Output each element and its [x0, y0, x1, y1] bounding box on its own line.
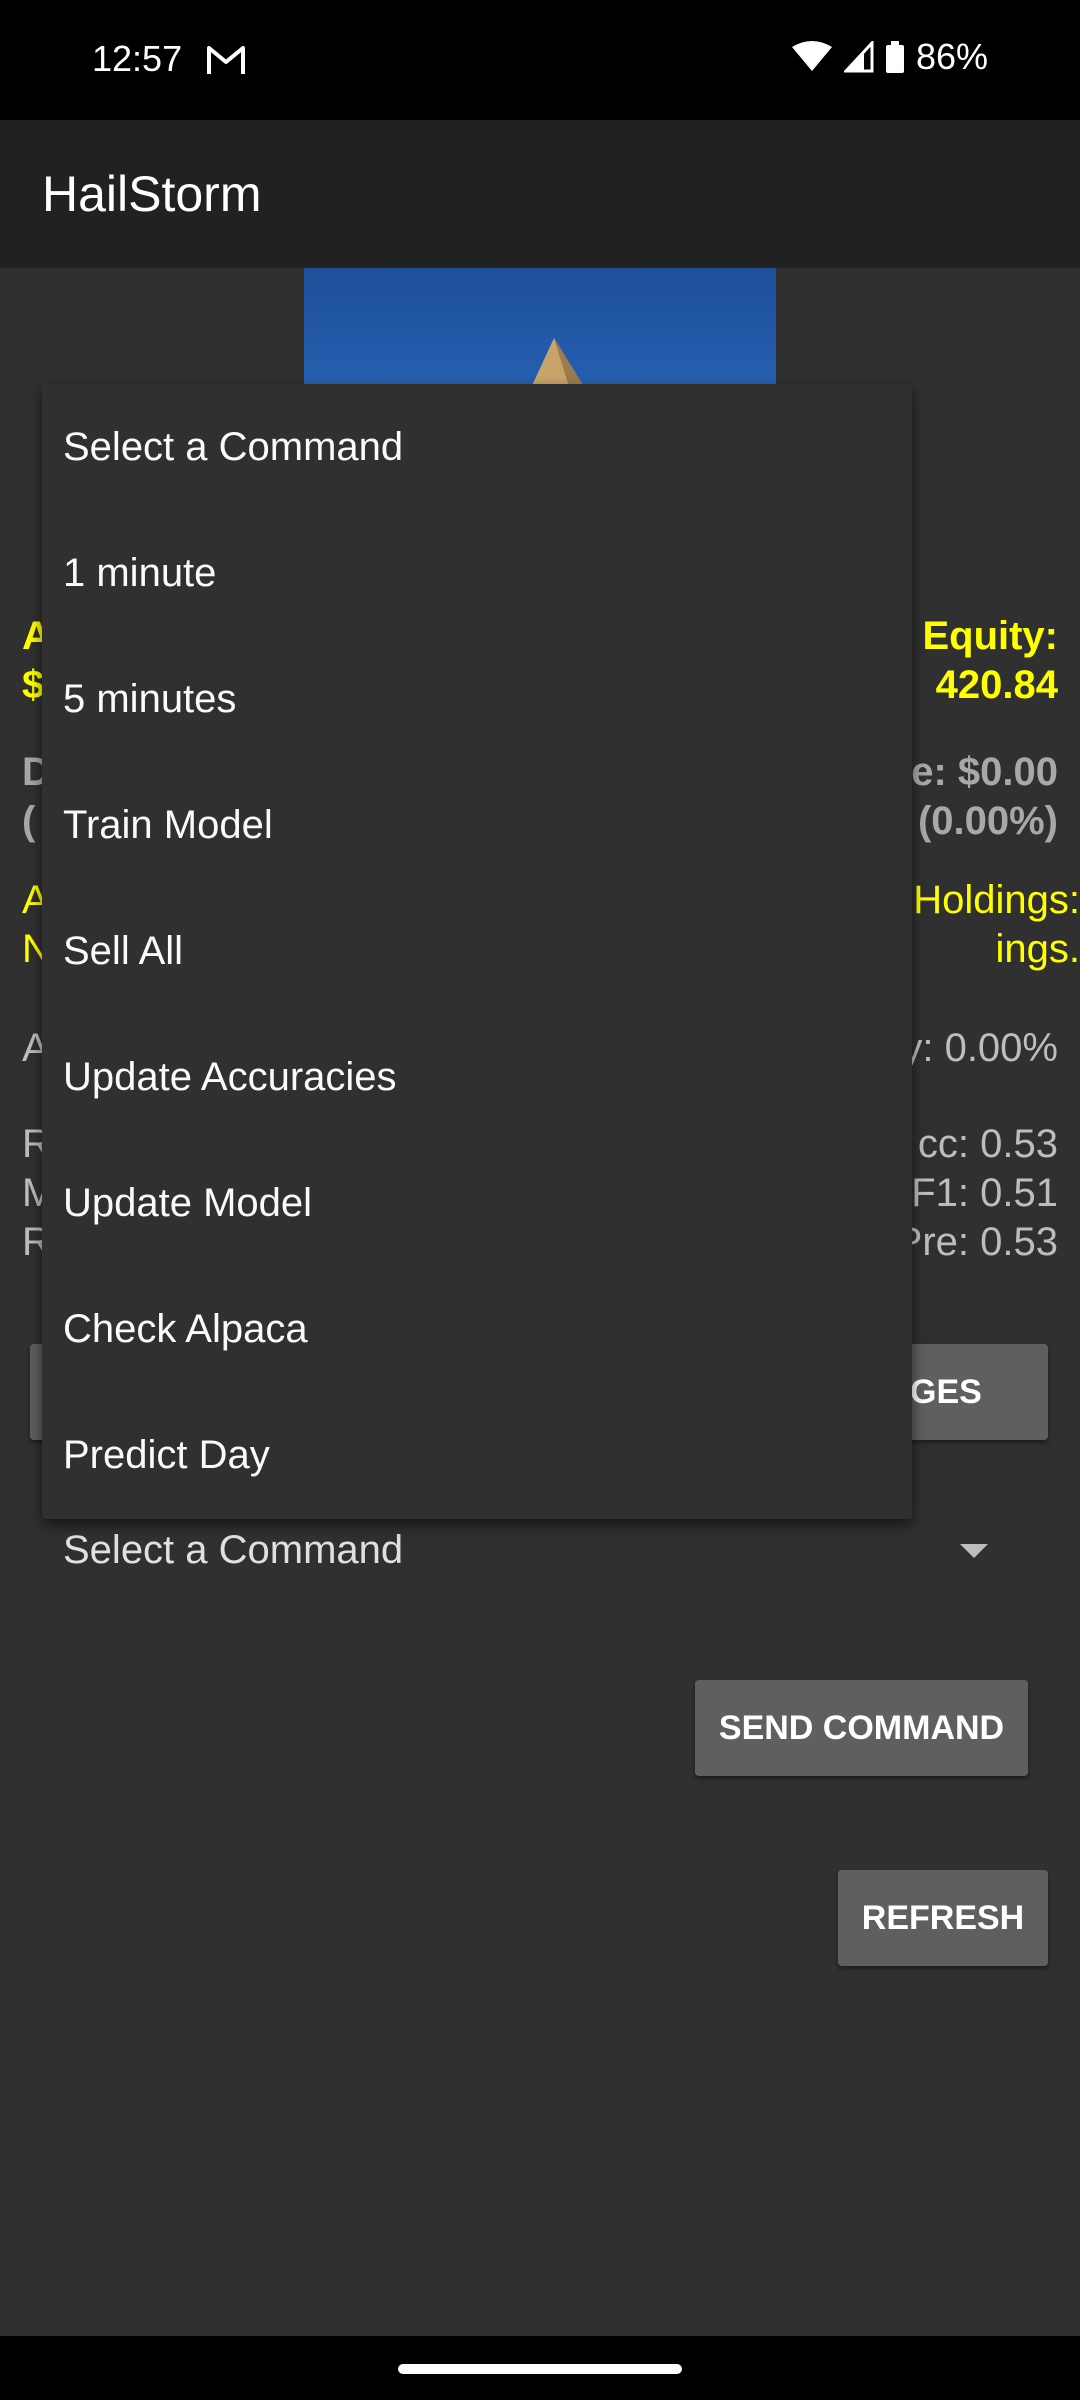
- app-title: HailStorm: [42, 166, 262, 222]
- equity-value: 420.84: [935, 663, 1058, 707]
- accuracy-value: y: 0.00%: [902, 1026, 1058, 1070]
- home-gesture-handle[interactable]: [398, 2364, 682, 2374]
- metric-precision: Pre: 0.53: [895, 1220, 1058, 1264]
- metric-accuracy: cc: 0.53: [917, 1122, 1058, 1166]
- holdings-label: Holdings:: [913, 878, 1080, 922]
- dropdown-item-update-model[interactable]: Update Model: [42, 1140, 912, 1266]
- battery-level: 86%: [915, 36, 988, 77]
- equity-label: Equity:: [922, 614, 1058, 658]
- dropdown-item-select-command[interactable]: Select a Command: [42, 384, 912, 510]
- dropdown-item-1-minute[interactable]: 1 minute: [42, 510, 912, 636]
- gmail-icon: [207, 46, 245, 74]
- dropdown-item-check-alpaca[interactable]: Check Alpaca: [42, 1266, 912, 1392]
- refresh-button[interactable]: REFRESH: [838, 1870, 1048, 1966]
- metric-f1: F1: 0.51: [911, 1171, 1058, 1215]
- model-metrics: cc: 0.53 F1: 0.51 Pre: 0.53: [896, 1120, 1058, 1267]
- dropdown-item-update-accuracies[interactable]: Update Accuracies: [42, 1014, 912, 1140]
- dropdown-item-train-model[interactable]: Train Model: [42, 762, 912, 888]
- spinner-selected-value: Select a Command: [63, 1528, 404, 1572]
- holdings-value: ings.: [995, 927, 1080, 971]
- signal-icon: [843, 41, 874, 73]
- daily-change: e: $0.00 (0.00%): [911, 748, 1058, 846]
- status-bar: 12:57 86%: [0, 0, 1080, 120]
- daily-change-percent: (0.00%): [917, 799, 1058, 843]
- daily-change-value: e: $0.00: [911, 750, 1058, 794]
- status-time: 12:57: [92, 38, 183, 79]
- app-bar: HailStorm: [0, 120, 1080, 268]
- equity-display: Equity: 420.84: [922, 612, 1058, 710]
- dropdown-arrow-icon: [960, 1544, 988, 1558]
- battery-icon: [885, 41, 904, 73]
- command-spinner[interactable]: Select a Command: [40, 1518, 1030, 1584]
- send-command-button[interactable]: SEND COMMAND: [695, 1680, 1028, 1776]
- holdings-display: Holdings: ings.: [913, 876, 1080, 974]
- dropdown-item-sell-all[interactable]: Sell All: [42, 888, 912, 1014]
- command-dropdown-menu: Select a Command 1 minute 5 minutes Trai…: [42, 384, 912, 1519]
- status-icons: 86%: [791, 36, 988, 78]
- dropdown-item-predict-day[interactable]: Predict Day: [42, 1392, 912, 1518]
- wifi-icon: [791, 41, 832, 71]
- dropdown-item-5-minutes[interactable]: 5 minutes: [42, 636, 912, 762]
